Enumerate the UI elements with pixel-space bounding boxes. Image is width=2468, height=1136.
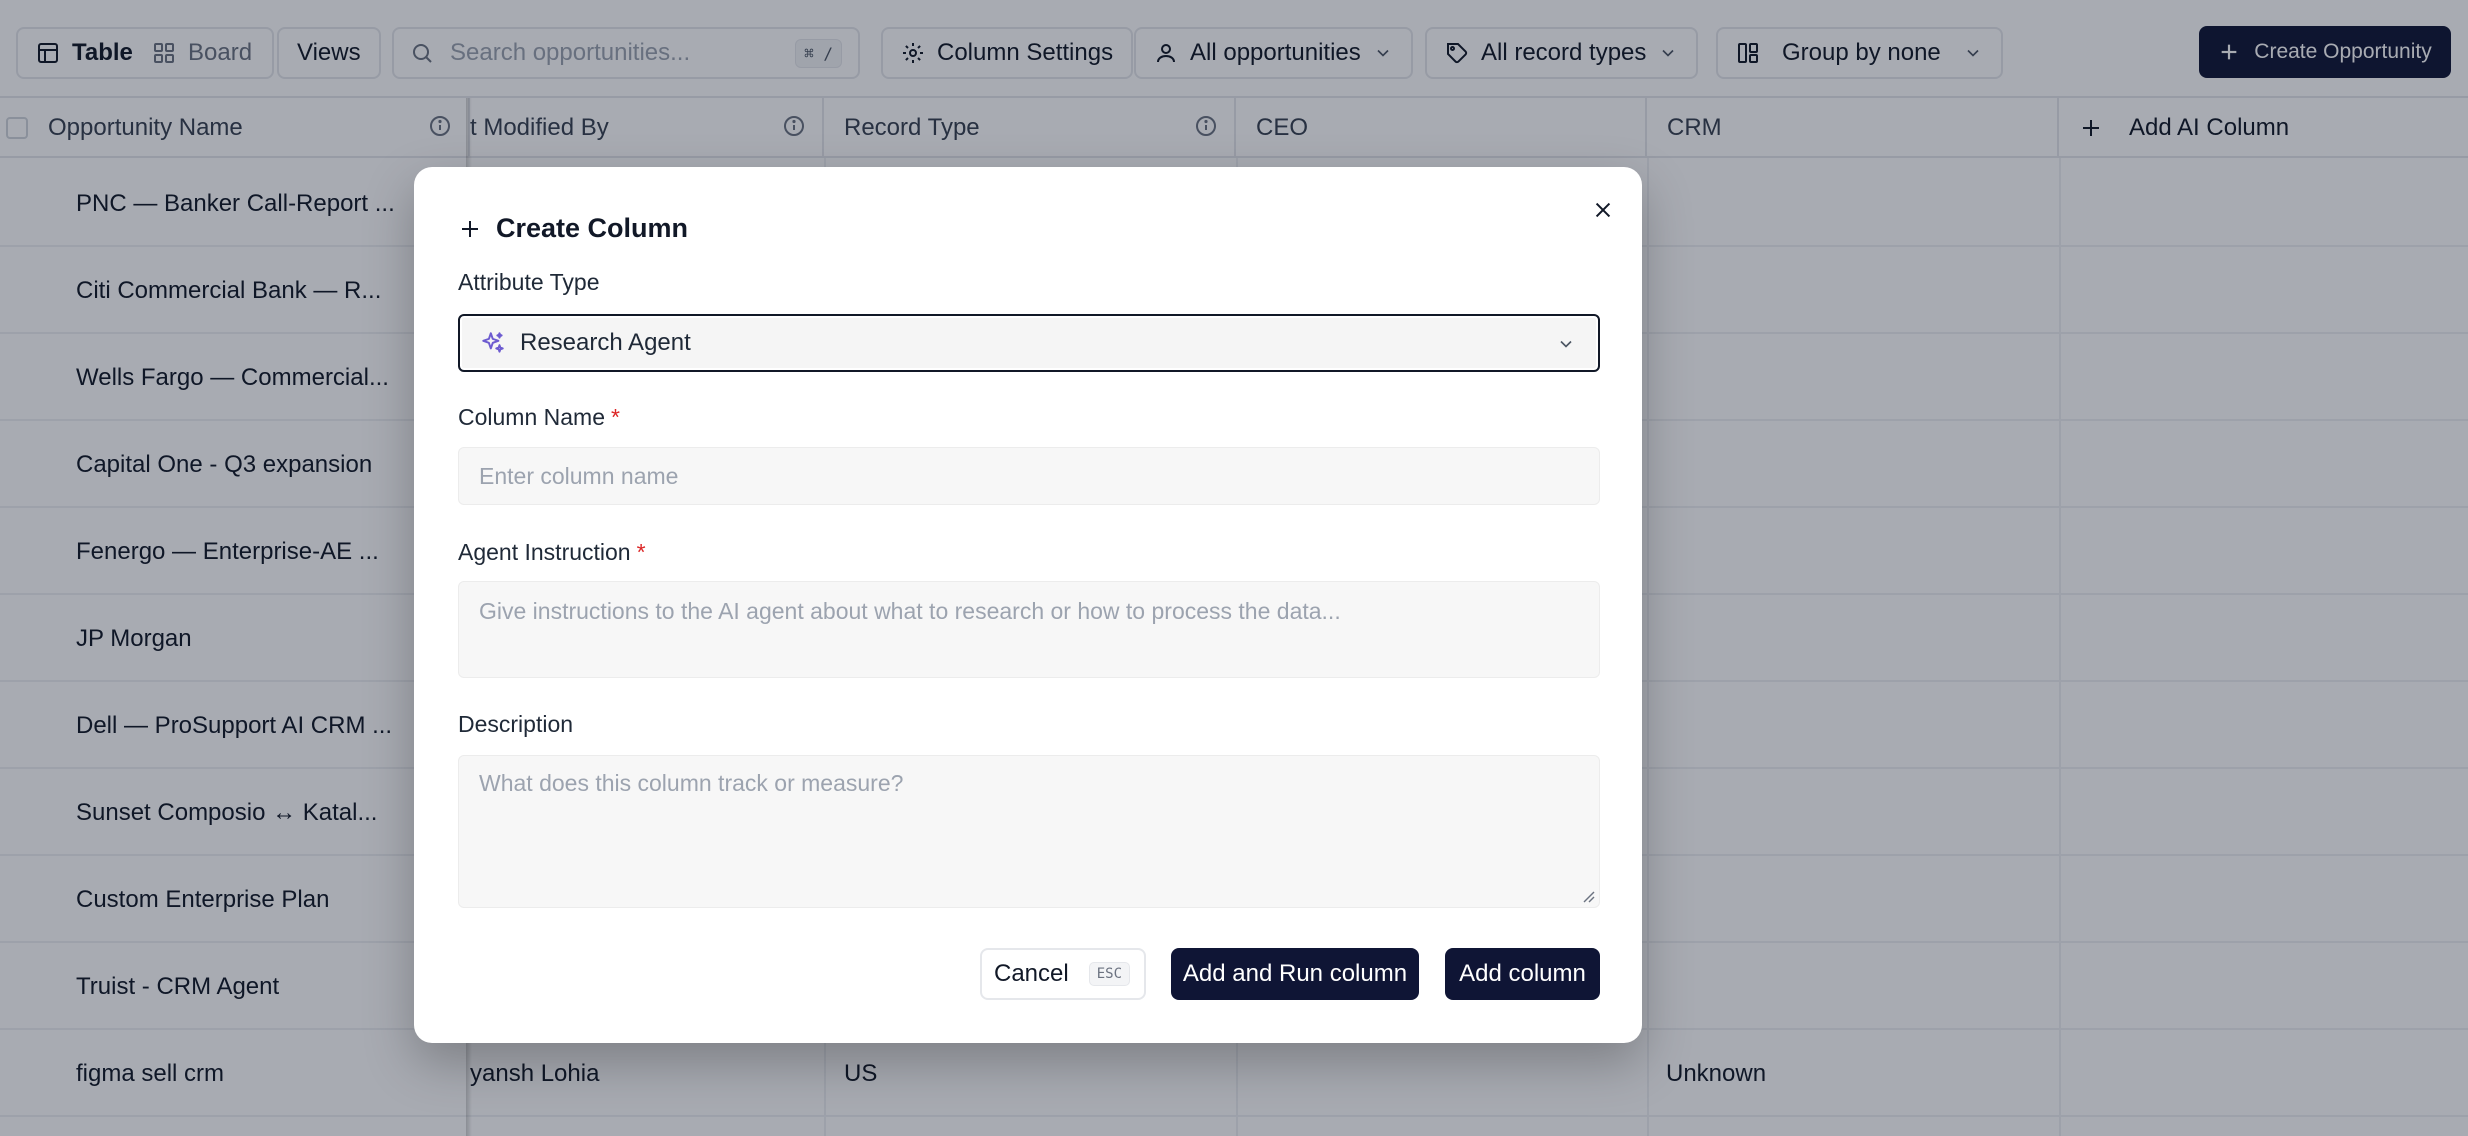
column-name-input[interactable]: Enter column name — [458, 447, 1600, 505]
description-textarea[interactable]: What does this column track or measure? — [458, 755, 1600, 908]
description-label: Description — [458, 711, 574, 737]
add-column-button[interactable]: Add column — [1445, 948, 1600, 1000]
cancel-label: Cancel — [994, 960, 1069, 987]
esc-shortcut: ESC — [1088, 962, 1131, 986]
attribute-type-value: Research Agent — [520, 329, 691, 356]
agent-instruction-placeholder: Give instructions to the AI agent about … — [479, 598, 1341, 624]
column-name-label-text: Column Name — [458, 404, 605, 430]
add-column-label: Add column — [1459, 960, 1586, 987]
agent-instruction-textarea[interactable]: Give instructions to the AI agent about … — [458, 581, 1600, 678]
add-and-run-column-button[interactable]: Add and Run column — [1171, 948, 1419, 1000]
agent-instruction-label: Agent Instruction * — [458, 539, 646, 566]
description-placeholder: What does this column track or measure? — [479, 770, 904, 796]
dialog-title-text: Create Column — [496, 213, 689, 243]
close-icon[interactable] — [1587, 194, 1619, 226]
create-column-dialog: Create Column Attribute Type Research Ag… — [414, 167, 1642, 1043]
sparkles-icon — [480, 330, 506, 356]
add-and-run-label: Add and Run column — [1182, 960, 1408, 987]
required-mark: * — [636, 539, 646, 565]
attribute-type-label: Attribute Type — [458, 269, 600, 295]
column-name-label: Column Name * — [458, 404, 620, 431]
agent-instruction-label-text: Agent Instruction — [458, 539, 631, 565]
required-mark: * — [611, 404, 620, 430]
dialog-title: Create Column — [458, 213, 688, 244]
plus-icon — [458, 217, 482, 241]
column-name-placeholder: Enter column name — [479, 462, 679, 489]
resize-handle-icon[interactable] — [1581, 889, 1595, 903]
cancel-button[interactable]: Cancel ESC — [980, 948, 1146, 1000]
attribute-type-select[interactable]: Research Agent — [458, 314, 1600, 372]
chevron-down-icon — [1556, 334, 1576, 354]
